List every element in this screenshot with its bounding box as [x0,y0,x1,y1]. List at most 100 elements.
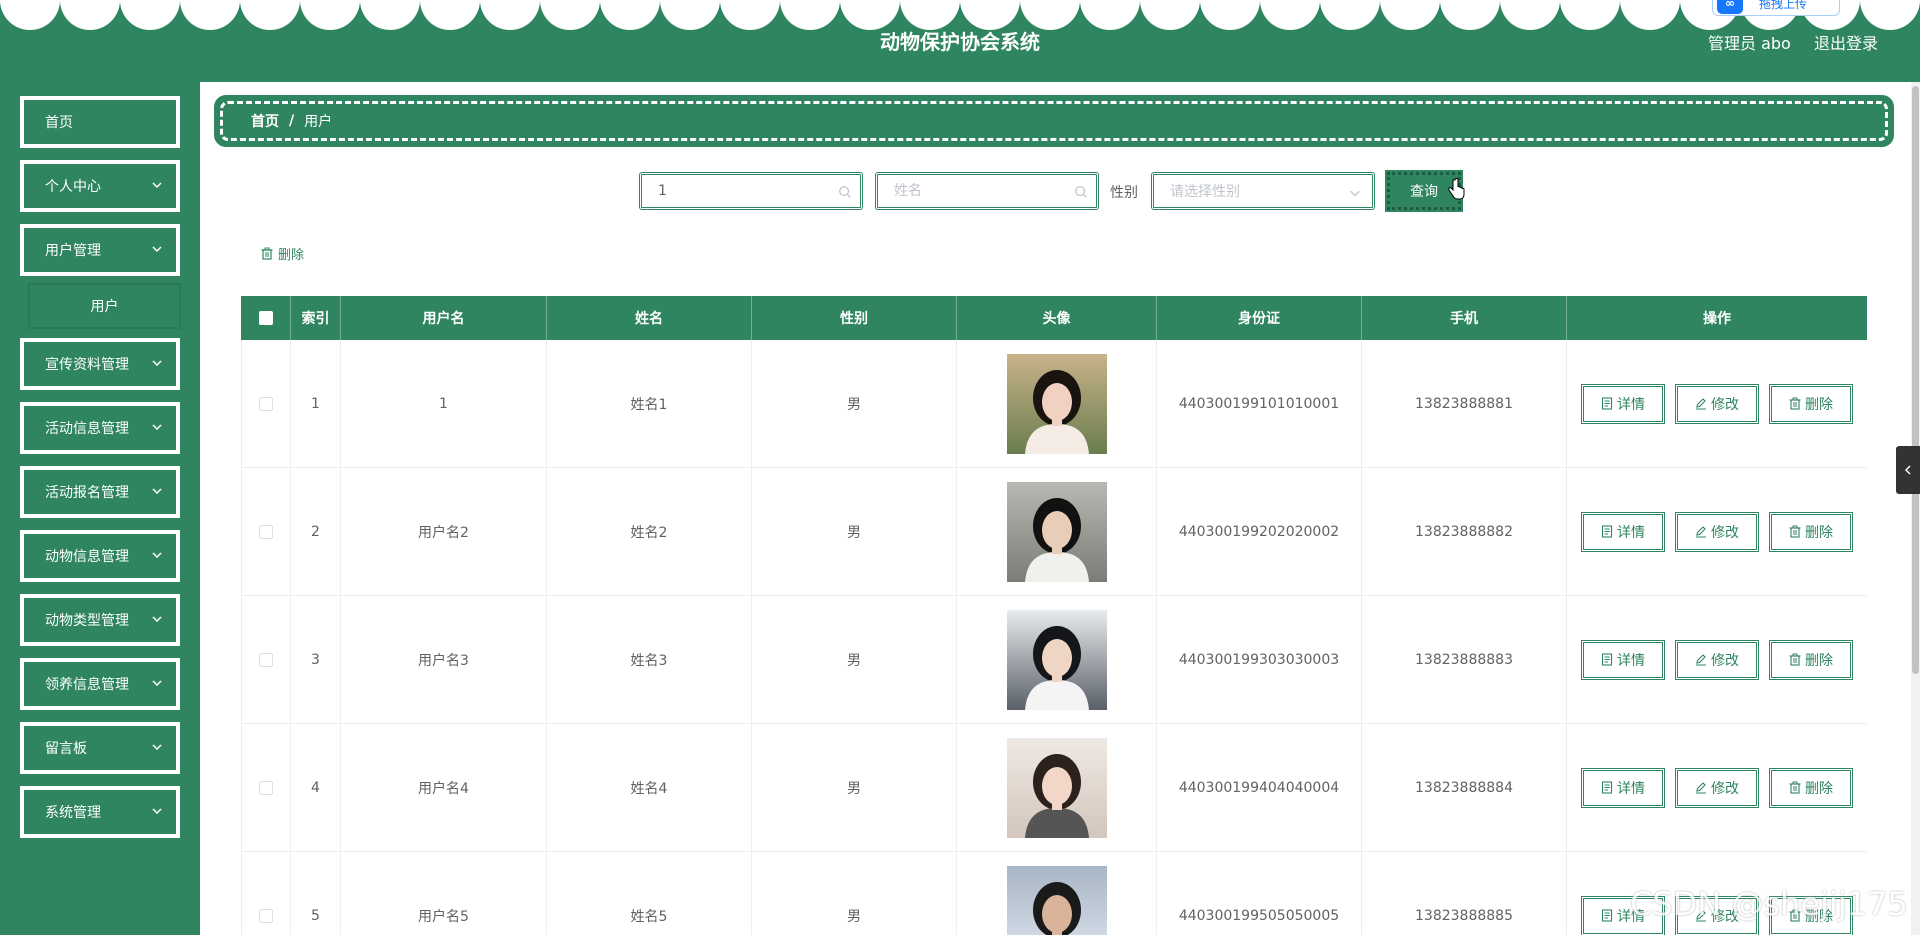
cell-username: 用户名5 [341,852,547,935]
table-row: 4 用户名4 姓名4 男 440300199404040004 13823888… [241,724,1867,852]
delete-button[interactable]: 删除 [1769,511,1853,552]
table-row: 1 1 姓名1 男 440300199101010001 13823888881… [241,340,1867,468]
detail-button[interactable]: 详情 [1581,383,1665,424]
table-row: 2 用户名2 姓名2 男 440300199202020002 13823888… [241,468,1867,596]
sidebar-item[interactable]: 活动报名管理 [20,466,180,518]
cell-name: 姓名5 [547,852,752,935]
pencil-icon [1696,526,1706,538]
row-select-cell [241,724,291,851]
search-icon [839,186,851,198]
row-checkbox[interactable] [259,396,273,411]
detail-button[interactable]: 详情 [1581,639,1665,680]
cell-actions: 详情 修改 删除 [1567,596,1867,723]
edit-button[interactable]: 修改 [1675,639,1759,680]
sidebar-item[interactable]: 动物信息管理 [20,530,180,582]
search-icon [1075,186,1087,198]
sidebar-item[interactable]: 个人中心 [20,160,180,212]
cell-phone: 13823888884 [1362,724,1567,851]
sidebar-item[interactable]: 留言板 [20,722,180,774]
gender-label: 性别 [1110,185,1138,201]
cell-id-card: 440300199404040004 [1157,724,1362,851]
edit-label: 修改 [1711,652,1739,669]
trash-icon [261,247,273,260]
sidebar-item[interactable]: 宣传资料管理 [20,338,180,390]
cell-index: 2 [291,468,341,595]
breadcrumb-separator: / [289,113,295,129]
sidebar-item[interactable]: 活动信息管理 [20,402,180,454]
row-checkbox[interactable] [259,524,273,539]
breadcrumb-home[interactable]: 首页 [251,111,279,131]
cell-username: 用户名4 [341,724,547,851]
delete-label: 删除 [1805,780,1833,797]
cell-index: 5 [291,852,341,935]
cell-avatar [957,468,1157,595]
header-phone: 手机 [1362,296,1567,340]
edit-button[interactable]: 修改 [1675,767,1759,808]
detail-button[interactable]: 详情 [1581,511,1665,552]
select-all-checkbox[interactable] [258,311,273,325]
row-checkbox[interactable] [259,908,273,923]
detail-button[interactable]: 详情 [1581,767,1665,808]
chevron-down-icon [152,680,162,687]
sidebar-subitem-user[interactable]: 用户 [28,283,181,329]
user-avatar-image [1006,737,1107,838]
edit-button[interactable]: 修改 [1675,511,1759,552]
cell-name: 姓名4 [547,724,752,851]
row-select-cell [241,340,291,467]
trash-icon [1789,397,1801,410]
delete-button[interactable]: 删除 [1769,767,1853,808]
upload-label: 拖拽上传 [1759,0,1808,11]
pencil-icon [1696,654,1706,666]
logout-link[interactable]: 退出登录 [1814,30,1878,54]
cell-phone: 13823888881 [1362,340,1567,467]
document-icon [1601,525,1613,538]
upload-widget[interactable]: ∞ 拖拽上传 [1712,0,1840,16]
row-select-cell [241,596,291,723]
header-index: 索引 [291,296,341,340]
cell-gender: 男 [752,340,957,467]
chevron-down-icon [152,246,162,253]
cell-actions: 详情 修改 删除 [1567,468,1867,595]
sidebar-item-label: 用户管理 [45,243,101,259]
header-avatar: 头像 [957,296,1157,340]
delete-button[interactable]: 删除 [1769,383,1853,424]
app-title: 动物保护协会系统 [880,30,1040,54]
username-search-field[interactable] [639,172,863,210]
cell-phone: 13823888882 [1362,468,1567,595]
cell-gender: 男 [752,596,957,723]
cell-gender: 男 [752,468,957,595]
batch-delete-button[interactable]: 删除 [261,244,304,263]
cell-avatar [957,852,1157,935]
sidebar-item[interactable]: 首页 [20,96,180,148]
cell-id-card: 440300199202020002 [1157,468,1362,595]
sidebar-item-label: 动物类型管理 [45,613,129,629]
sidebar-item-label: 领养信息管理 [45,677,129,693]
cell-index: 4 [291,724,341,851]
scrollbar-thumb[interactable] [1912,86,1919,674]
sidebar-item[interactable]: 系统管理 [20,786,180,838]
header-actions: 操作 [1703,311,1731,327]
name-search-field[interactable] [875,172,1099,210]
cell-username: 1 [341,340,547,467]
sidebar-item[interactable]: 用户管理 [20,224,180,276]
row-checkbox[interactable] [259,652,273,667]
sidebar-item[interactable]: 动物类型管理 [20,594,180,646]
delete-button[interactable]: 删除 [1769,639,1853,680]
edit-button[interactable]: 修改 [1675,383,1759,424]
top-header: ∞ 拖拽上传 动物保护协会系统 管理员 abo 退出登录 [0,0,1920,82]
name-search-input[interactable] [894,183,1064,199]
gender-select[interactable]: 请选择性别 [1151,172,1375,210]
pencil-icon [1696,398,1706,410]
cell-name: 姓名2 [547,468,752,595]
chevron-down-icon [152,808,162,815]
sidebar-item[interactable]: 领养信息管理 [20,658,180,710]
document-icon [1601,781,1613,794]
username-search-input[interactable] [658,183,828,199]
trash-icon [1789,781,1801,794]
collapse-panel-button[interactable] [1896,446,1920,494]
chevron-down-icon [152,360,162,367]
edit-label: 修改 [1711,396,1739,413]
row-select-cell [241,468,291,595]
row-checkbox[interactable] [259,780,273,795]
detail-label: 详情 [1617,524,1645,541]
